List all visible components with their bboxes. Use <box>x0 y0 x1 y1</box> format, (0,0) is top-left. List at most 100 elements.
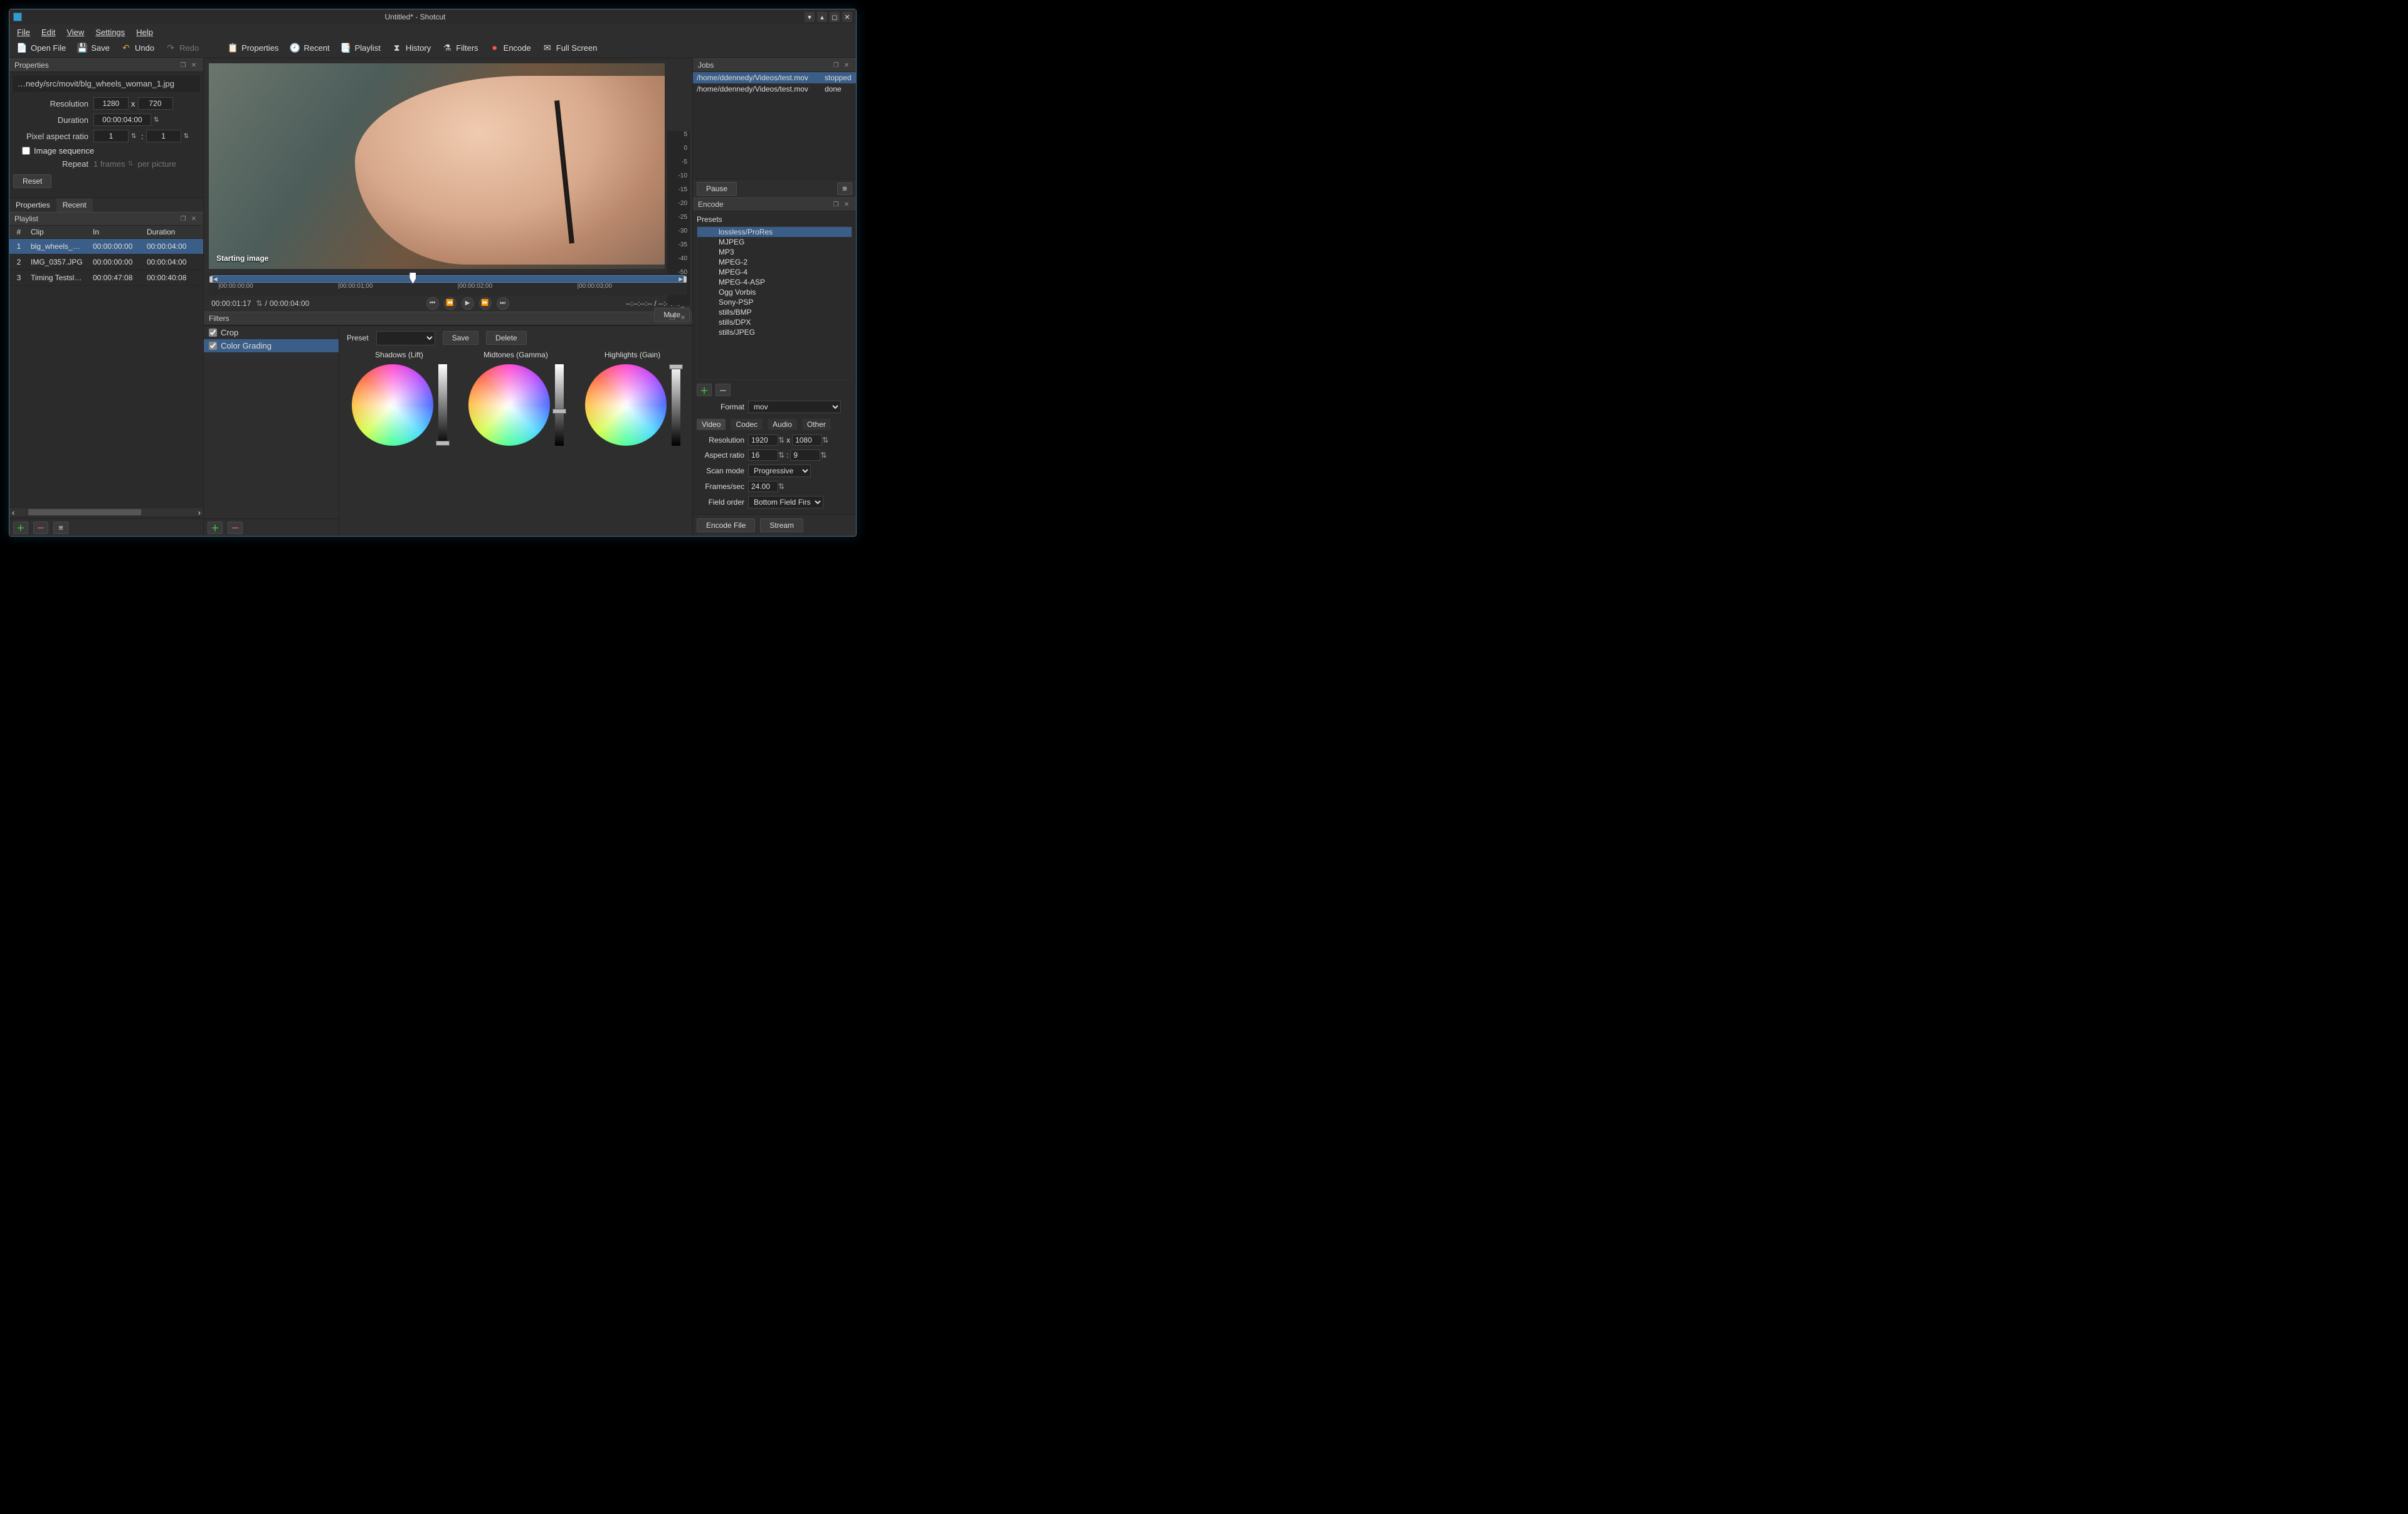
tab-other[interactable]: Other <box>802 419 831 430</box>
preset-remove-button[interactable]: － <box>716 384 731 396</box>
open-file-button[interactable]: 📄Open File <box>14 42 68 55</box>
titlebar: Untitled* - Shotcut ▾ ▴ ◻ ✕ <box>9 9 856 24</box>
midtones-color-wheel[interactable] <box>468 364 550 446</box>
panel-float-icon[interactable]: ❐ <box>832 61 840 70</box>
filter-remove-button[interactable]: － <box>228 522 243 534</box>
shadows-luma-slider[interactable] <box>438 364 447 446</box>
encode-preset-item[interactable]: stills/DPX <box>697 317 852 327</box>
filter-item[interactable]: Crop <box>204 326 339 339</box>
stream-button[interactable]: Stream <box>760 518 803 532</box>
preset-save-button[interactable]: Save <box>443 331 478 345</box>
format-select[interactable]: mov <box>748 401 841 413</box>
close-button[interactable]: ✕ <box>842 12 852 22</box>
jobs-pause-button[interactable]: Pause <box>697 182 737 196</box>
redo-button[interactable]: ↷Redo <box>163 42 201 55</box>
encode-preset-item[interactable]: MJPEG <box>697 237 852 247</box>
preset-select[interactable] <box>376 331 435 345</box>
fps-input[interactable] <box>748 481 778 492</box>
playlist-row[interactable]: 2IMG_0357.JPG00:00:00:0000:00:04:00 <box>9 255 203 270</box>
filters-toggle[interactable]: ⚗Filters <box>440 42 480 55</box>
midtones-luma-slider[interactable] <box>555 364 564 446</box>
reset-button[interactable]: Reset <box>13 174 51 188</box>
properties-filename: …nedy/src/movit/blg_wheels_woman_1.jpg <box>13 76 199 92</box>
encode-file-button[interactable]: Encode File <box>697 518 755 532</box>
fullscreen-button[interactable]: ✉Full Screen <box>540 42 600 55</box>
playlist-row[interactable]: 1blg_wheels_…00:00:00:0000:00:04:00 <box>9 239 203 255</box>
video-preview[interactable]: Starting image <box>209 63 665 269</box>
preset-add-button[interactable]: ＋ <box>697 384 712 396</box>
field-order-select[interactable]: Bottom Field First <box>748 496 823 508</box>
res-width-input[interactable] <box>93 97 129 110</box>
playlist-row[interactable]: 3Timing Testsl…00:00:47:0800:00:40:08 <box>9 270 203 286</box>
playlist-remove-button[interactable]: － <box>33 522 48 534</box>
menu-settings[interactable]: Settings <box>90 26 130 38</box>
encode-preset-item[interactable]: Ogg Vorbis <box>697 287 852 297</box>
tab-video[interactable]: Video <box>697 419 726 430</box>
menu-help[interactable]: Help <box>131 26 158 38</box>
tab-codec[interactable]: Codec <box>731 419 763 430</box>
save-button[interactable]: 💾Save <box>75 42 112 55</box>
encode-toggle[interactable]: ⏺Encode <box>487 42 534 55</box>
menu-edit[interactable]: Edit <box>36 26 60 38</box>
minimize-button[interactable]: ▴ <box>817 12 827 22</box>
enc-ar-b-input[interactable] <box>790 449 820 461</box>
par-a-input[interactable] <box>93 130 129 142</box>
maximize-button[interactable]: ◻ <box>830 12 840 22</box>
panel-float-icon[interactable]: ❐ <box>179 61 187 70</box>
playlist-toggle[interactable]: 📑Playlist <box>339 42 383 55</box>
rewind-button[interactable]: ⏪ <box>444 297 457 310</box>
panel-float-icon[interactable]: ❐ <box>179 214 187 223</box>
encode-preset-item[interactable]: stills/JPEG <box>697 327 852 337</box>
panel-close-icon[interactable]: ✕ <box>842 61 851 70</box>
filter-add-button[interactable]: ＋ <box>208 522 223 534</box>
encode-preset-item[interactable]: lossless/ProRes <box>697 227 852 237</box>
tab-properties[interactable]: Properties <box>9 198 56 212</box>
panel-float-icon[interactable]: ❐ <box>668 314 677 323</box>
preset-delete-button[interactable]: Delete <box>486 331 527 345</box>
playlist-scrollbar[interactable]: ‹› <box>9 508 203 516</box>
tab-audio[interactable]: Audio <box>768 419 797 430</box>
menu-view[interactable]: View <box>61 26 89 38</box>
shadows-color-wheel[interactable] <box>352 364 433 446</box>
highlights-luma-slider[interactable] <box>672 364 680 446</box>
panel-close-icon[interactable]: ✕ <box>842 200 851 209</box>
playlist-menu-button[interactable]: ≡ <box>53 522 68 534</box>
scan-mode-select[interactable]: Progressive <box>748 465 811 477</box>
res-height-input[interactable] <box>138 97 173 110</box>
panel-float-icon[interactable]: ❐ <box>832 200 840 209</box>
job-row[interactable]: /home/ddennedy/Videos/test.movstopped <box>693 72 856 83</box>
encode-preset-item[interactable]: stills/BMP <box>697 307 852 317</box>
spinner-icon[interactable]: ⇅ <box>154 117 161 124</box>
encode-preset-item[interactable]: Sony-PSP <box>697 297 852 307</box>
timeline[interactable]: |00:00:00;00|00:00:01;00|00:00:02;00|00:… <box>209 274 687 295</box>
skip-start-button[interactable]: ⏮ <box>426 297 439 310</box>
fast-forward-button[interactable]: ⏩ <box>479 297 492 310</box>
panel-close-icon[interactable]: ✕ <box>189 61 198 70</box>
panel-close-icon[interactable]: ✕ <box>189 214 198 223</box>
rollup-button[interactable]: ▾ <box>805 12 815 22</box>
highlights-color-wheel[interactable] <box>585 364 667 446</box>
encode-preset-item[interactable]: MPEG-4-ASP <box>697 277 852 287</box>
job-row[interactable]: /home/ddennedy/Videos/test.movdone <box>693 83 856 95</box>
encode-preset-item[interactable]: MP3 <box>697 247 852 257</box>
panel-close-icon[interactable]: ✕ <box>679 314 687 323</box>
enc-ar-a-input[interactable] <box>748 449 778 461</box>
tab-recent[interactable]: Recent <box>56 198 93 212</box>
properties-toggle[interactable]: 📋Properties <box>225 42 281 55</box>
history-toggle[interactable]: ⧗History <box>389 42 433 55</box>
playlist-add-button[interactable]: ＋ <box>13 522 28 534</box>
skip-end-button[interactable]: ⏭ <box>497 297 509 310</box>
recent-toggle[interactable]: 🕘Recent <box>287 42 332 55</box>
undo-button[interactable]: ↶Undo <box>119 42 157 55</box>
par-b-input[interactable] <box>146 130 181 142</box>
filter-item[interactable]: Color Grading <box>204 339 339 352</box>
encode-preset-item[interactable]: MPEG-4 <box>697 267 852 277</box>
jobs-menu-button[interactable]: ≡ <box>837 182 852 195</box>
play-button[interactable]: ▶ <box>462 297 474 310</box>
duration-input[interactable] <box>93 113 151 126</box>
encode-preset-item[interactable]: MPEG-2 <box>697 257 852 267</box>
enc-width-input[interactable] <box>748 434 778 446</box>
menu-file[interactable]: File <box>12 26 35 38</box>
image-sequence-checkbox[interactable] <box>22 147 30 155</box>
enc-height-input[interactable] <box>792 434 822 446</box>
